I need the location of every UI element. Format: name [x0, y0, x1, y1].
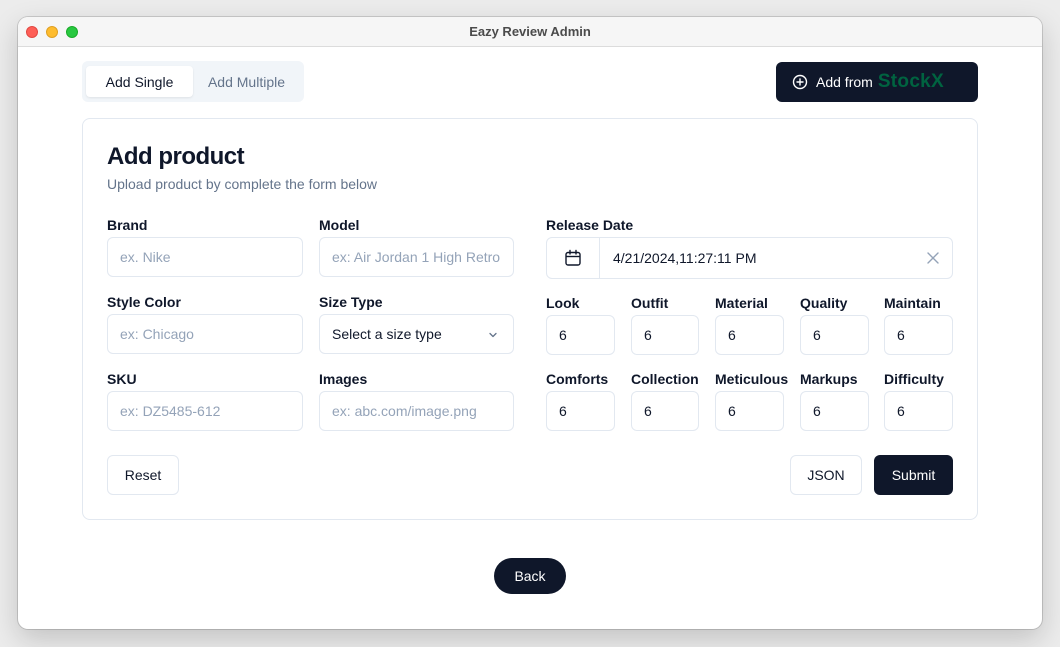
tab-add-single[interactable]: Add Single — [86, 66, 193, 97]
rating-input-comforts[interactable] — [546, 391, 615, 431]
app-window: Eazy Review Admin Add Single Add Multipl… — [18, 17, 1042, 629]
size-type-label: Size Type — [319, 294, 383, 310]
rating-input-look[interactable] — [546, 315, 615, 355]
size-type-value: Select a size type — [332, 326, 442, 342]
release-date-value[interactable]: 4/21/2024,11:27:11 PM — [613, 250, 756, 266]
rating-label-outfit: Outfit — [631, 295, 669, 311]
rating-input-outfit[interactable] — [631, 315, 699, 355]
rating-input-collection[interactable] — [631, 391, 699, 431]
clear-date-icon[interactable] — [926, 251, 940, 265]
plus-circle-icon — [792, 74, 808, 90]
brand-label: Brand — [107, 217, 148, 233]
rating-label-meticulous: Meticulous — [715, 371, 789, 387]
back-button[interactable]: Back — [494, 558, 566, 594]
chevron-down-icon — [489, 332, 497, 338]
submit-button[interactable]: Submit — [874, 455, 953, 495]
rating-input-meticulous[interactable] — [715, 391, 784, 431]
rating-label-quality: Quality — [800, 295, 848, 311]
tab-list: Add Single Add Multiple — [82, 61, 304, 102]
style-color-input[interactable] — [107, 314, 303, 354]
rating-input-markups[interactable] — [800, 391, 869, 431]
model-label: Model — [319, 217, 360, 233]
sku-input[interactable] — [107, 391, 303, 431]
style-color-label: Style Color — [107, 294, 181, 310]
tab-add-multiple[interactable]: Add Multiple — [195, 66, 298, 97]
release-date-picker[interactable]: 4/21/2024,11:27:11 PM — [546, 237, 953, 279]
brand-input[interactable] — [107, 237, 303, 277]
title-bar: Eazy Review Admin — [18, 17, 1042, 47]
rating-label-maintain: Maintain — [884, 295, 941, 311]
rating-input-difficulty[interactable] — [884, 391, 953, 431]
add-from-stockx-button[interactable]: Add from StockX — [776, 62, 978, 102]
window-title: Eazy Review Admin — [469, 24, 591, 39]
rating-input-quality[interactable] — [800, 315, 869, 355]
model-input[interactable] — [319, 237, 514, 277]
calendar-button[interactable] — [547, 238, 600, 278]
rating-input-maintain[interactable] — [884, 315, 953, 355]
rating-label-look: Look — [546, 295, 580, 311]
json-button[interactable]: JSON — [790, 455, 862, 495]
rating-label-collection: Collection — [631, 371, 699, 387]
rating-label-markups: Markups — [800, 371, 858, 387]
card-title: Add product — [107, 143, 245, 170]
rating-label-material: Material — [715, 295, 768, 311]
images-input[interactable] — [319, 391, 514, 431]
card-subtitle: Upload product by complete the form belo… — [107, 176, 378, 192]
stockx-logo: StockX — [877, 71, 945, 92]
calendar-icon — [565, 249, 581, 266]
sku-label: SKU — [107, 371, 137, 387]
size-type-select[interactable]: Select a size type — [319, 314, 514, 354]
rating-label-difficulty: Difficulty — [884, 371, 944, 387]
rating-label-comforts: Comforts — [546, 371, 609, 387]
rating-input-material[interactable] — [715, 315, 784, 355]
add-from-label: Add from — [816, 74, 873, 90]
reset-button[interactable]: Reset — [107, 455, 179, 495]
images-label: Images — [319, 371, 368, 387]
add-product-card: Add product Upload product by complete t… — [82, 118, 978, 520]
release-date-label: Release Date — [546, 217, 634, 233]
